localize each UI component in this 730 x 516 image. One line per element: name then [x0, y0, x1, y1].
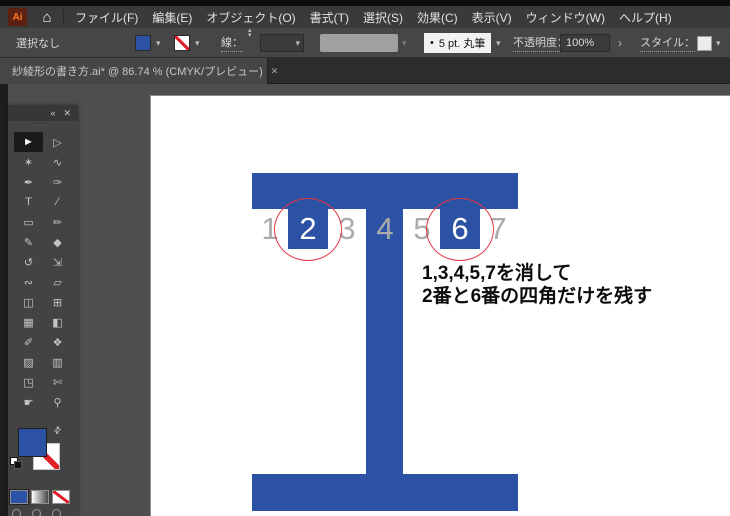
zoom-tool[interactable]: ⚲: [43, 392, 72, 412]
symbol-sprayer-tool[interactable]: ▨: [14, 352, 43, 372]
none-button[interactable]: [52, 490, 70, 504]
document-tab-bar: 紗綾形の書き方.ai* @ 86.74 % (CMYK/プレビュー) ✕: [0, 58, 730, 84]
tool-grid: ► ▷ ✶ ∿ ✒ ✑ T ∕ ▭ ✏ ✎ ◆ ↺ ⇲ ∾ ▱ ◫ ⊞ ▦ ◧ …: [8, 130, 78, 412]
number-4[interactable]: 4: [365, 210, 405, 248]
menu-bar: Ai ⌂ ファイル(F) 編集(E) オブジェクト(O) 書式(T) 選択(S)…: [0, 6, 730, 28]
column-graph-tool[interactable]: ▥: [43, 352, 72, 372]
instruction-line-2: 2番と6番の四角だけを残す: [422, 286, 653, 307]
magic-wand-tool[interactable]: ✶: [14, 152, 43, 172]
menu-type[interactable]: 書式(T): [303, 9, 356, 26]
stroke-weight-stepper[interactable]: ▴ ▾: [248, 27, 252, 58]
ibeam-bottom-bar-shape[interactable]: [252, 474, 518, 511]
illustrator-logo[interactable]: Ai: [8, 8, 27, 26]
selection-tool[interactable]: ►: [14, 132, 43, 152]
direct-selection-tool[interactable]: ▷: [43, 132, 72, 152]
blend-tool[interactable]: ❖: [43, 332, 72, 352]
brush-chevron-down-icon[interactable]: ▾: [496, 38, 501, 49]
menu-edit[interactable]: 編集(E): [145, 9, 199, 26]
panel-close-icon[interactable]: ✕: [63, 108, 71, 119]
profile-chevron-down-icon[interactable]: ▾: [402, 38, 407, 49]
pencil-tool[interactable]: ✎: [14, 232, 43, 252]
selection-status: 選択なし: [16, 38, 60, 50]
scale-tool[interactable]: ⇲: [43, 252, 72, 272]
draw-inside-button[interactable]: [52, 509, 61, 516]
instruction-text[interactable]: 1,3,4,5,7を消して 2番と6番の四角だけを残す: [422, 262, 652, 308]
stroke-weight-combo[interactable]: ▾: [260, 34, 304, 52]
shape-builder-tool[interactable]: ◫: [14, 292, 43, 312]
menu-help[interactable]: ヘルプ(H): [612, 9, 679, 26]
stepper-down-icon[interactable]: ▾: [248, 32, 252, 39]
eraser-tool[interactable]: ◆: [43, 232, 72, 252]
brush-dot-icon: •: [430, 37, 434, 49]
brush-definition[interactable]: • 5 pt. 丸筆: [424, 33, 492, 53]
draw-normal-button[interactable]: [12, 509, 21, 516]
highlight-circle-6[interactable]: [426, 198, 494, 261]
document-title: 紗綾形の書き方.ai* @ 86.74 % (CMYK/プレビュー): [12, 66, 263, 78]
fill-chevron-down-icon[interactable]: ▾: [156, 38, 161, 49]
home-icon[interactable]: ⌂: [37, 9, 57, 26]
rectangle-tool[interactable]: ▭: [14, 212, 43, 232]
line-segment-tool[interactable]: ∕: [43, 192, 72, 212]
draw-behind-button[interactable]: [32, 509, 41, 516]
opacity-chevron-right-icon[interactable]: ›: [618, 36, 622, 50]
menu-select[interactable]: 選択(S): [356, 9, 410, 26]
tab-close-icon[interactable]: ✕: [271, 66, 279, 77]
menu-view[interactable]: 表示(V): [465, 9, 519, 26]
eyedropper-tool[interactable]: ✐: [14, 332, 43, 352]
default-fill-stroke-icon[interactable]: [10, 457, 23, 470]
color-button[interactable]: [10, 490, 28, 504]
type-tool[interactable]: T: [14, 192, 43, 212]
ibeam-column-shape[interactable]: [366, 209, 403, 474]
curvature-tool[interactable]: ✑: [43, 172, 72, 192]
panel-drag-handle[interactable]: ·····: [8, 121, 78, 130]
paintbrush-tool[interactable]: ✏: [43, 212, 72, 232]
lasso-tool[interactable]: ∿: [43, 152, 72, 172]
style-swatch[interactable]: [697, 35, 712, 51]
variable-width-profile-preview[interactable]: [320, 34, 398, 52]
menu-object[interactable]: オブジェクト(O): [199, 9, 302, 26]
tools-panel-header: « ✕: [8, 105, 78, 121]
instruction-line-1: 1,3,4,5,7を消して: [422, 263, 572, 284]
tools-panel: « ✕ ····· ► ▷ ✶ ∿ ✒ ✑ T ∕ ▭ ✏ ✎ ◆ ↺ ⇲ ∾ …: [8, 105, 78, 516]
mesh-tool[interactable]: ▦: [14, 312, 43, 332]
slice-tool[interactable]: ✄: [43, 372, 72, 392]
fill-indicator[interactable]: [18, 428, 47, 457]
artboard-tool[interactable]: ◳: [14, 372, 43, 392]
hand-tool[interactable]: ☛: [14, 392, 43, 412]
style-chevron-down-icon[interactable]: ▾: [716, 38, 721, 49]
rotate-tool[interactable]: ↺: [14, 252, 43, 272]
fill-stroke-indicator: ⇄: [8, 423, 78, 485]
perspective-grid-tool[interactable]: ⊞: [43, 292, 72, 312]
gradient-tool[interactable]: ◧: [43, 312, 72, 332]
draw-modes-row: [8, 507, 78, 516]
document-tab[interactable]: 紗綾形の書き方.ai* @ 86.74 % (CMYK/プレビュー) ✕: [0, 58, 278, 84]
style-label[interactable]: スタイル：: [640, 34, 695, 52]
opacity-input[interactable]: 100%: [560, 34, 610, 52]
menu-effect[interactable]: 効果(C): [410, 9, 465, 26]
swap-fill-stroke-icon[interactable]: ⇄: [51, 424, 64, 437]
stroke-weight-label[interactable]: 線：: [221, 34, 243, 52]
menu-separator: [63, 9, 64, 25]
paint-mode-row: [8, 490, 78, 505]
highlight-circle-2[interactable]: [274, 198, 342, 261]
panel-collapse-icon[interactable]: «: [50, 108, 55, 118]
pen-tool[interactable]: ✒: [14, 172, 43, 192]
app-edge-strip: [0, 84, 8, 516]
default-black-square: [14, 461, 22, 469]
combo-chevron-down-icon[interactable]: ▾: [295, 38, 300, 49]
width-tool[interactable]: ∾: [14, 272, 43, 292]
free-transform-tool[interactable]: ▱: [43, 272, 72, 292]
fill-color-swatch[interactable]: [135, 35, 151, 51]
menu-window[interactable]: ウィンドウ(W): [519, 9, 612, 26]
stroke-color-swatch[interactable]: [174, 35, 190, 51]
illustrator-window: Ai ⌂ ファイル(F) 編集(E) オブジェクト(O) 書式(T) 選択(S)…: [0, 0, 730, 516]
brush-name: 5 pt. 丸筆: [438, 38, 486, 50]
stroke-chevron-down-icon[interactable]: ▾: [195, 38, 200, 49]
control-bar: 選択なし ▾ ▾ 線： ▴ ▾ ▾ ▾ • 5 pt. 丸筆 ▾ 不透明度： 1…: [0, 27, 730, 58]
gradient-button[interactable]: [31, 490, 49, 504]
menu-file[interactable]: ファイル(F): [68, 9, 145, 26]
artboard-canvas[interactable]: 1 2 3 4 5 6 7 1,3,4,5,7を消して 2番と6番の四角だけを残…: [150, 95, 730, 516]
